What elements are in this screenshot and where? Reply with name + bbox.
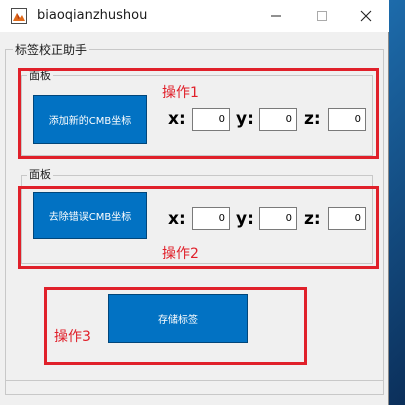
z-input-1[interactable]: 0 bbox=[328, 108, 366, 131]
y-label-2: y: bbox=[236, 209, 254, 229]
title-bar[interactable]: biaoqianzhushou bbox=[0, 0, 389, 32]
x-label-2: x: bbox=[168, 209, 186, 229]
y-input-1[interactable]: 0 bbox=[259, 108, 297, 131]
app-window: biaoqianzhushou 标签校正助手 面板 操作1 添加新的CMB坐标 … bbox=[0, 0, 389, 405]
z-label-1: z: bbox=[304, 109, 321, 129]
y-label-1: y: bbox=[236, 109, 254, 129]
x-input-1[interactable]: 0 bbox=[192, 108, 230, 131]
panel-2-title: 面板 bbox=[27, 166, 53, 182]
maximize-icon bbox=[317, 11, 327, 21]
minimize-icon bbox=[271, 15, 281, 17]
maximize-button[interactable] bbox=[299, 0, 345, 32]
main-panel-bottom-divider bbox=[5, 380, 384, 381]
x-input-2[interactable]: 0 bbox=[192, 207, 230, 230]
close-button[interactable] bbox=[343, 0, 389, 32]
x-label-1: x: bbox=[168, 109, 186, 129]
add-cmb-coordinate-button[interactable]: 添加新的CMB坐标 bbox=[33, 95, 147, 144]
matlab-figure-icon bbox=[11, 8, 27, 24]
remove-cmb-coordinate-button[interactable]: 去除错误CMB坐标 bbox=[33, 192, 147, 239]
z-label-2: z: bbox=[304, 209, 321, 229]
save-labels-button[interactable]: 存储标签 bbox=[108, 294, 248, 343]
operation-3-label: 操作3 bbox=[54, 329, 91, 345]
operation-2-label: 操作2 bbox=[162, 246, 199, 262]
main-panel-title: 标签校正助手 bbox=[13, 41, 90, 58]
y-input-2[interactable]: 0 bbox=[259, 207, 297, 230]
minimize-button[interactable] bbox=[253, 0, 299, 32]
window-title: biaoqianzhushou bbox=[37, 8, 148, 23]
operation-1-label: 操作1 bbox=[162, 85, 199, 101]
close-icon bbox=[360, 10, 372, 22]
z-input-2[interactable]: 0 bbox=[328, 207, 366, 230]
